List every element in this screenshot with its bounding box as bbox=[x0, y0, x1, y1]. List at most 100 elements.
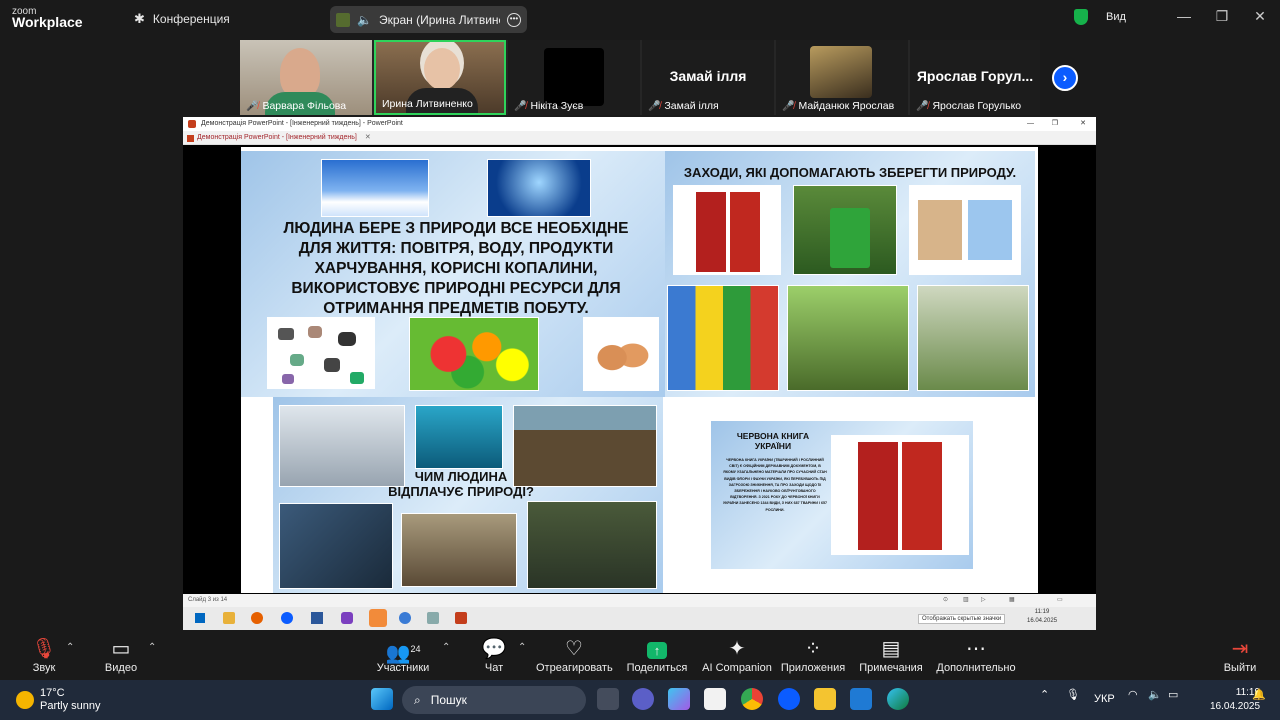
participant-display-name: Ярослав Горул... bbox=[916, 68, 1034, 84]
volume-icon[interactable]: 🔈 bbox=[1148, 688, 1162, 701]
video-options-caret[interactable]: ⌃ bbox=[148, 642, 156, 653]
apps-button[interactable]: ⁘ Приложения bbox=[780, 636, 846, 674]
taskbar-search[interactable]: ⌕ Пошук bbox=[402, 686, 586, 714]
hidden-icons-tooltip: Отображать скрытые значки bbox=[918, 614, 1006, 624]
mic-muted-icon: 🎤̸ bbox=[246, 100, 259, 112]
shared-clock: 11:19 16.04.2025 bbox=[1027, 609, 1058, 624]
meeting-label: Конференция bbox=[152, 12, 230, 26]
participants-options-caret[interactable]: ⌃ bbox=[442, 642, 450, 653]
audio-button[interactable]: 🎙 Звук bbox=[26, 636, 62, 674]
ai-companion-button[interactable]: ✦ AI Companion bbox=[702, 636, 772, 674]
chat-icon: 💬 bbox=[481, 638, 507, 660]
view-grid-icon[interactable]: ▦ bbox=[1009, 594, 1015, 607]
participant-tile[interactable]: 🎤̸ Варвара Фільова bbox=[240, 40, 372, 115]
participant-tile[interactable]: Ярослав Горул... 🎤̸ Ярослав Горулько bbox=[910, 40, 1040, 115]
partly-sunny-icon bbox=[16, 691, 34, 709]
red-book-cover-image bbox=[831, 435, 969, 555]
defender-icon[interactable] bbox=[850, 688, 872, 710]
next-participants-button[interactable]: › bbox=[1052, 65, 1078, 91]
participant-tile[interactable]: Замай ілля 🎤̸ Замай ілля bbox=[642, 40, 774, 115]
chat-button[interactable]: 💬 Чат bbox=[478, 636, 510, 674]
shared-app-icon bbox=[223, 612, 235, 624]
share-button[interactable]: ↑ Поделиться bbox=[626, 636, 688, 674]
red-book-title: ЧЕРВОНА КНИГА УКРАЇНИ bbox=[736, 431, 810, 451]
participants-button[interactable]: 👥24 Участники bbox=[372, 636, 434, 674]
view-slideshow-icon[interactable]: ▭ bbox=[1057, 594, 1063, 607]
slide-panel-pollution: ЧИМ ЛЮДИНА ВІДПЛАЧУЄ ПРИРОДІ? bbox=[273, 397, 663, 593]
view-normal-icon[interactable]: ⊙ bbox=[943, 594, 948, 607]
chrome-icon[interactable] bbox=[741, 688, 763, 710]
meet-icon[interactable] bbox=[632, 688, 654, 710]
weather-desc: Partly sunny bbox=[40, 700, 101, 712]
more-options-icon[interactable]: ••• bbox=[507, 12, 521, 27]
eggs-image bbox=[583, 317, 659, 391]
notes-button[interactable]: ▤ Примечания bbox=[858, 636, 924, 674]
participant-tile[interactable]: 🎤̸ Майданюк Ярослав bbox=[776, 40, 908, 115]
tray-overflow-icon[interactable]: ⌃ bbox=[1040, 688, 1049, 701]
audio-options-caret[interactable]: ⌃ bbox=[66, 642, 74, 653]
battery-icon[interactable]: ▭ bbox=[1168, 688, 1178, 701]
windows-start-icon[interactable] bbox=[371, 688, 393, 710]
meeting-info-button[interactable]: ✱ Конференция bbox=[134, 11, 230, 27]
tab-close-icon[interactable]: ✕ bbox=[365, 134, 371, 141]
mic-muted-icon: 🎤̸ bbox=[648, 100, 661, 112]
task-view-icon[interactable] bbox=[597, 688, 619, 710]
react-button[interactable]: ♡ Отреагировать bbox=[536, 636, 613, 674]
view-outline-icon[interactable]: ▥ bbox=[963, 594, 969, 607]
view-reading-icon[interactable]: ▷ bbox=[981, 594, 986, 607]
view-button[interactable]: Вид bbox=[1074, 9, 1126, 25]
weather-widget[interactable]: 17°C Partly sunny bbox=[16, 687, 101, 713]
shared-app-icon bbox=[369, 609, 387, 627]
participants-icon: 👥24 bbox=[385, 642, 421, 665]
zoom-taskbar-icon[interactable] bbox=[778, 688, 800, 710]
maximize-icon[interactable]: ❐ bbox=[1212, 8, 1232, 25]
minimize-icon[interactable]: — bbox=[1174, 8, 1194, 24]
participant-tile-active-speaker[interactable]: Ирина Литвиненко bbox=[374, 40, 506, 115]
notification-bell-icon[interactable]: 🔔 bbox=[1252, 688, 1266, 701]
edge-icon[interactable] bbox=[887, 688, 909, 710]
leave-button[interactable]: ⇥ Выйти bbox=[1220, 636, 1260, 674]
polluted-water-image bbox=[279, 503, 393, 589]
recycling-containers-image bbox=[667, 285, 779, 391]
ppt-close-icon[interactable]: ✕ bbox=[1080, 117, 1086, 131]
minerals-image bbox=[267, 317, 375, 389]
view-label: Вид bbox=[1106, 11, 1126, 23]
recycle-bin-image bbox=[793, 185, 897, 275]
share-label: Экран (Ирина Литвиненко bbox=[378, 12, 500, 27]
shared-app-icon bbox=[341, 612, 353, 624]
red-book-text: ЧЕРВОНА КНИГА УКРАЇНИ (ТВАРИННИЙ І РОСЛИ… bbox=[723, 458, 827, 512]
chat-options-caret[interactable]: ⌃ bbox=[518, 642, 526, 653]
slide-panel-resources: ЛЮДИНА БЕРЕ З ПРИРОДИ ВСЕ НЕОБХІДНЕ ДЛЯ … bbox=[241, 151, 665, 397]
copilot-icon[interactable] bbox=[668, 688, 690, 710]
language-indicator[interactable]: УКР bbox=[1094, 693, 1115, 705]
speaker-icon: 🔈 bbox=[357, 12, 372, 27]
ocean-plastic-image bbox=[415, 405, 503, 469]
wifi-icon[interactable]: ◠ bbox=[1128, 688, 1138, 701]
zoom-titlebar: zoom Workplace ✱ Конференция 🔈 Экран (Ир… bbox=[0, 0, 1280, 38]
shared-taskbar: Отображать скрытые значки 11:19 16.04.202… bbox=[183, 607, 1096, 630]
participant-name: 🎤̸ Нікіта Зуєв bbox=[514, 100, 584, 112]
shared-app-icon bbox=[399, 612, 411, 624]
store-icon[interactable] bbox=[704, 688, 726, 710]
ppt-tab[interactable]: Демонстрація PowerPoint - [Інженерний ти… bbox=[183, 131, 1096, 145]
red-book-image bbox=[673, 185, 781, 275]
participant-tile[interactable]: 🎤̸ Нікіта Зуєв bbox=[508, 40, 640, 115]
heart-icon: ♡ bbox=[565, 638, 583, 660]
file-explorer-icon[interactable] bbox=[814, 688, 836, 710]
share-thumbnail-icon bbox=[336, 12, 350, 27]
mic-muted-icon: 🎤̸ bbox=[514, 100, 527, 112]
ppt-minimize-icon[interactable]: — bbox=[1027, 117, 1034, 131]
shared-powerpoint-window: Демонстрація PowerPoint - [Інженерний ти… bbox=[183, 117, 1096, 630]
paw-icon: ✱ bbox=[134, 11, 145, 26]
notes-icon: ▤ bbox=[881, 638, 901, 660]
ppt-window-title: Демонстрація PowerPoint - [Інженерний ти… bbox=[183, 117, 1096, 131]
close-icon[interactable]: ✕ bbox=[1250, 8, 1270, 25]
video-button[interactable]: ▭ Видео bbox=[100, 636, 142, 674]
hunter-image bbox=[401, 513, 517, 587]
participant-video bbox=[424, 48, 460, 90]
microphone-icon[interactable]: 🎙 bbox=[1066, 688, 1080, 701]
screen-share-indicator[interactable]: 🔈 Экран (Ирина Литвиненко ••• bbox=[330, 6, 527, 33]
shared-app-icon bbox=[281, 612, 293, 624]
more-button[interactable]: ⋯ Дополнительно bbox=[936, 636, 1016, 674]
ppt-maximize-icon[interactable]: ❐ bbox=[1052, 117, 1058, 131]
